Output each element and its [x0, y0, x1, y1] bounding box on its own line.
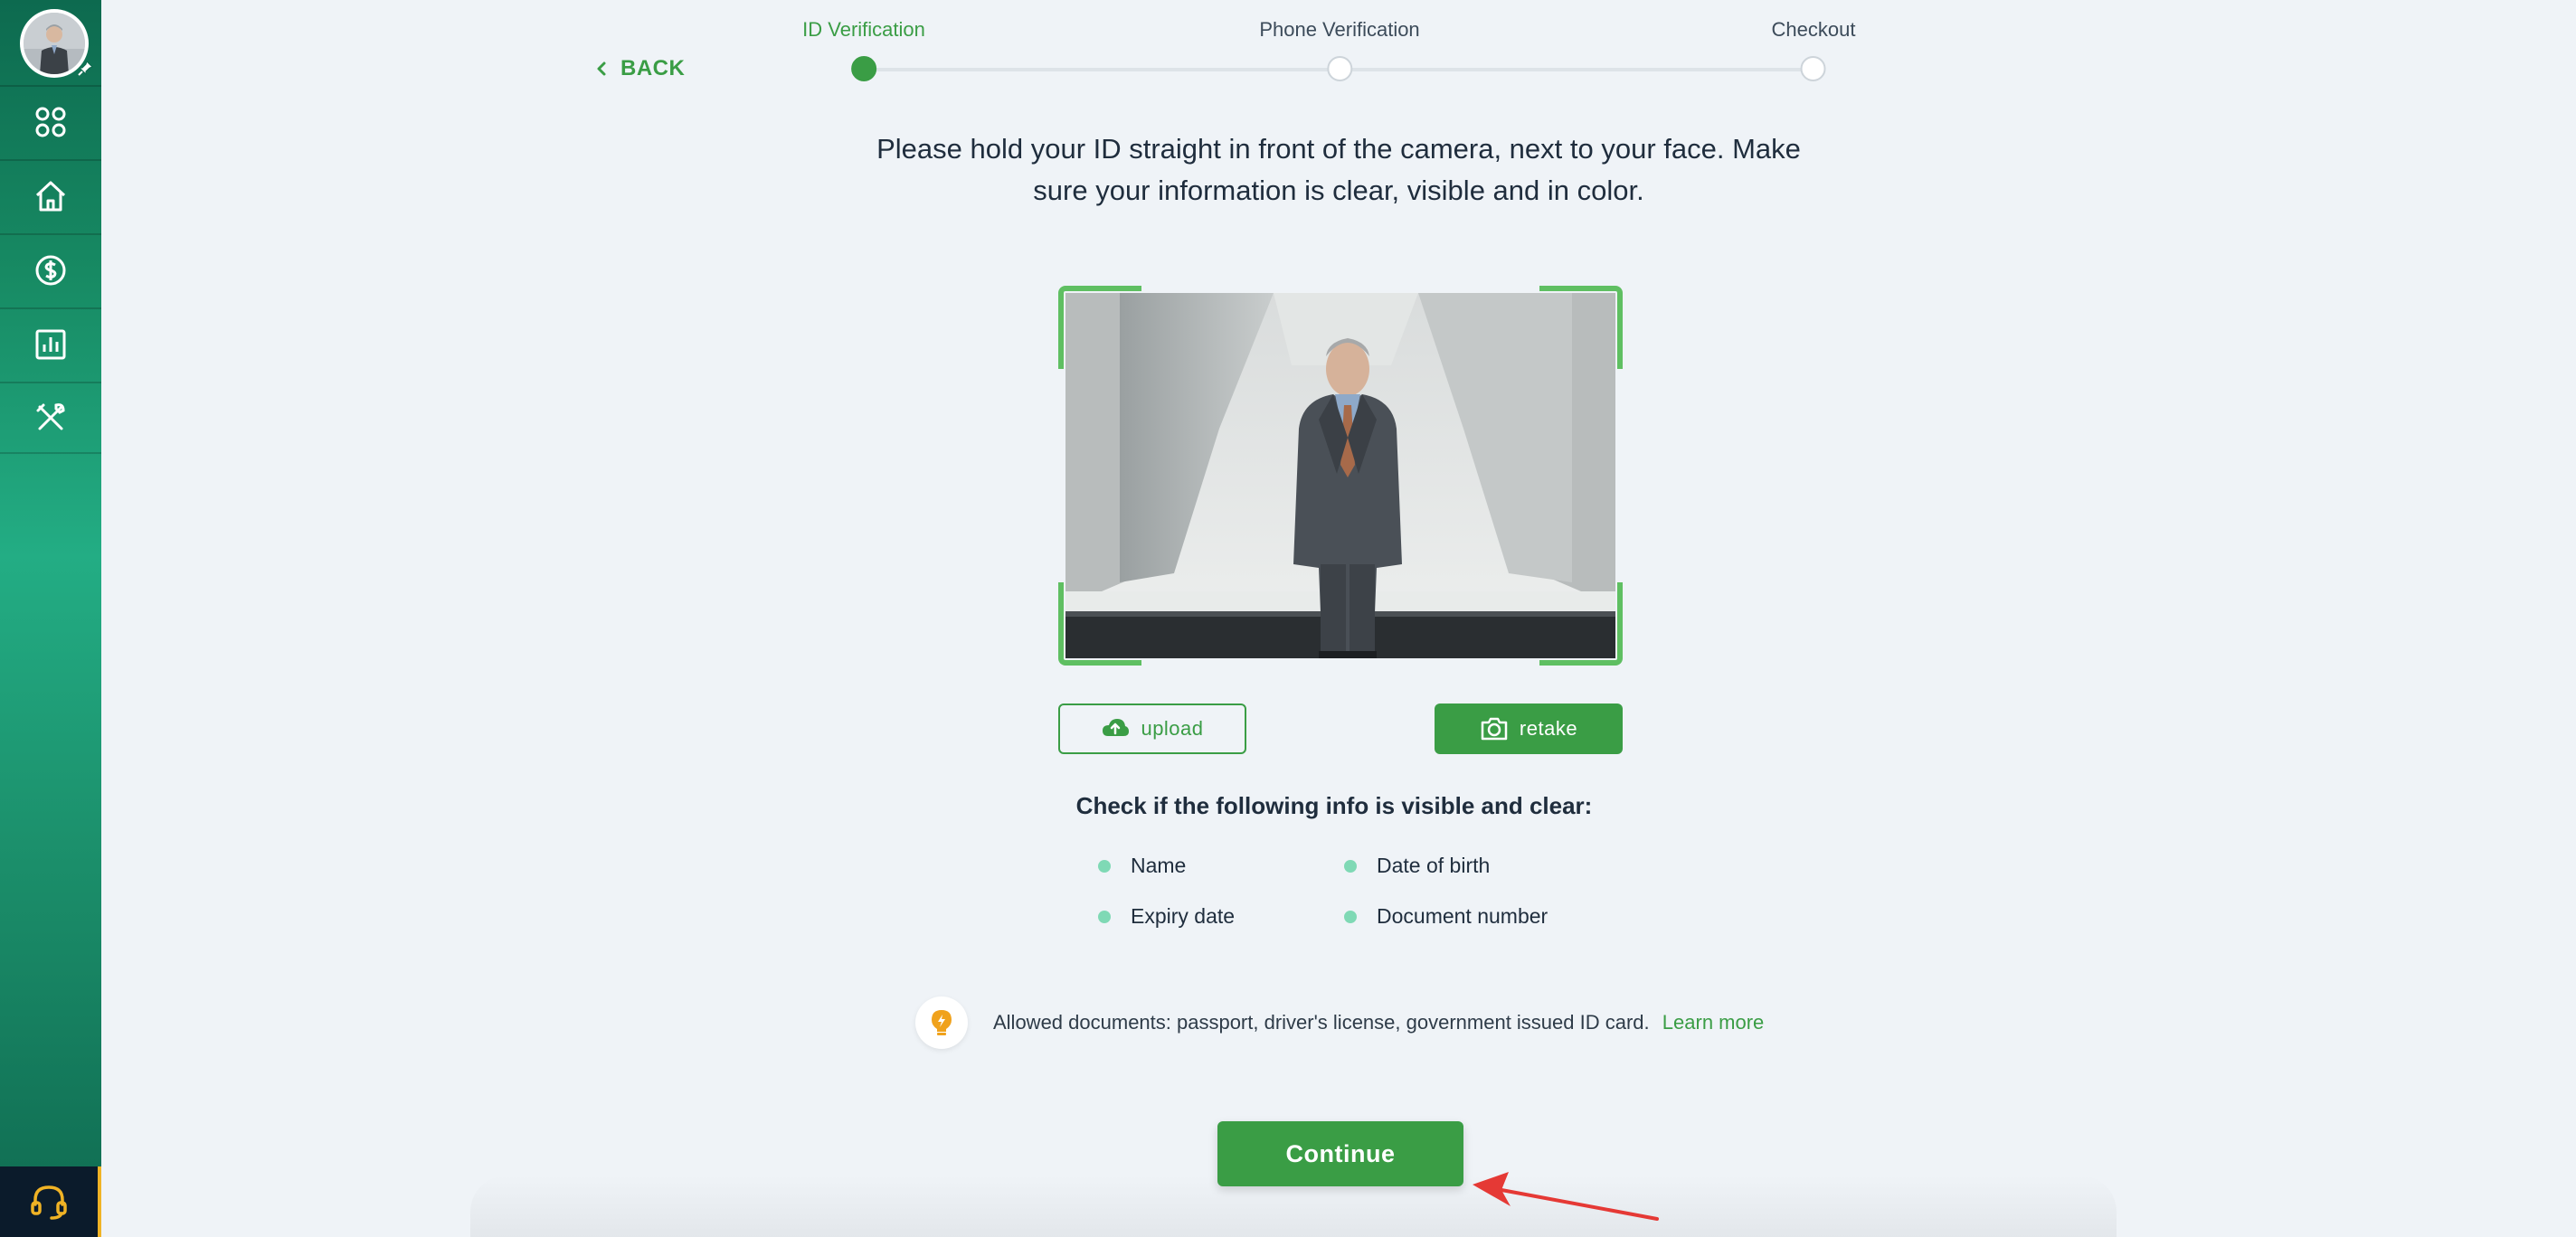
- checklist-item-name: Name: [1098, 854, 1186, 878]
- support-button[interactable]: [0, 1166, 101, 1237]
- checklist-item-label: Name: [1131, 854, 1187, 877]
- checklist-item-document-number: Document number: [1344, 904, 1548, 929]
- bullet-dot: [1344, 859, 1357, 873]
- frame-corner-bottom-left: [1058, 582, 1141, 666]
- checklist-item-label: Date of birth: [1377, 854, 1491, 877]
- instruction-text: Please hold your ID straight in front of…: [814, 128, 1863, 212]
- camera-icon: [1481, 717, 1508, 741]
- step-checkout[interactable]: Checkout: [1771, 18, 1856, 81]
- home-icon: [35, 181, 66, 212]
- back-button[interactable]: BACK: [593, 56, 685, 81]
- lightbulb-icon: [915, 996, 968, 1049]
- checklist-item-label: Expiry date: [1131, 904, 1236, 928]
- tools-icon: [36, 403, 65, 430]
- instruction-line-1: Please hold your ID straight in front of…: [876, 133, 1801, 165]
- instruction-line-2: sure your information is clear, visible …: [1033, 175, 1644, 206]
- step-dot-active: [850, 56, 876, 81]
- bullet-dot: [1098, 859, 1111, 873]
- sidebar-item-reports[interactable]: [0, 307, 101, 380]
- frame-corner-top-right: [1539, 286, 1623, 369]
- cloud-upload-icon: [1103, 719, 1130, 736]
- chevron-left-icon: [597, 61, 606, 76]
- learn-more-link[interactable]: Learn more: [1662, 1011, 1765, 1034]
- step-dot: [1327, 56, 1352, 81]
- bar-chart-icon: [35, 329, 66, 360]
- sidebar-item-apps[interactable]: [0, 85, 101, 157]
- step-dot: [1800, 56, 1826, 81]
- step-id-verification[interactable]: ID Verification: [802, 18, 925, 81]
- step-label: Phone Verification: [1259, 18, 1420, 41]
- bullet-dot: [1344, 910, 1357, 923]
- headset-icon: [31, 1185, 67, 1220]
- frame-corner-bottom-right: [1539, 582, 1623, 666]
- frame-corner-top-left: [1058, 286, 1141, 369]
- progress-stepper: ID Verification Phone Verification Check…: [802, 18, 1855, 81]
- checklist-item-expiry-date: Expiry date: [1098, 904, 1235, 929]
- avatar[interactable]: [20, 9, 93, 78]
- pin-icon: [78, 61, 93, 76]
- upload-button[interactable]: upload: [1058, 703, 1246, 754]
- retake-label: retake: [1519, 717, 1578, 740]
- annotation-arrow-icon: [1473, 1172, 1659, 1221]
- checklist-item-label: Document number: [1377, 904, 1548, 928]
- sidebar-item-finance[interactable]: [0, 233, 101, 306]
- continue-button[interactable]: Continue: [1217, 1121, 1463, 1186]
- step-label: ID Verification: [802, 18, 925, 41]
- apps-grid-icon: [35, 107, 66, 137]
- sidebar: [0, 0, 101, 1237]
- retake-button[interactable]: retake: [1435, 703, 1623, 754]
- upload-label: upload: [1141, 717, 1204, 740]
- checklist-title: Check if the following info is visible a…: [1075, 792, 1593, 819]
- step-label: Checkout: [1771, 18, 1856, 41]
- dollar-coin-icon: [35, 255, 66, 286]
- camera-frame: [1058, 286, 1623, 666]
- bullet-dot: [1098, 910, 1111, 923]
- allowed-documents-text: Allowed documents: passport, driver's li…: [993, 1011, 1650, 1034]
- sidebar-item-tools[interactable]: [0, 382, 101, 454]
- sidebar-item-home[interactable]: [0, 159, 101, 231]
- back-label: BACK: [620, 56, 686, 80]
- camera-preview-image: [1065, 293, 1615, 658]
- allowed-documents-note: Allowed documents: passport, driver's li…: [915, 996, 1764, 1049]
- step-phone-verification[interactable]: Phone Verification: [1259, 18, 1420, 81]
- checklist-item-date-of-birth: Date of birth: [1344, 854, 1490, 878]
